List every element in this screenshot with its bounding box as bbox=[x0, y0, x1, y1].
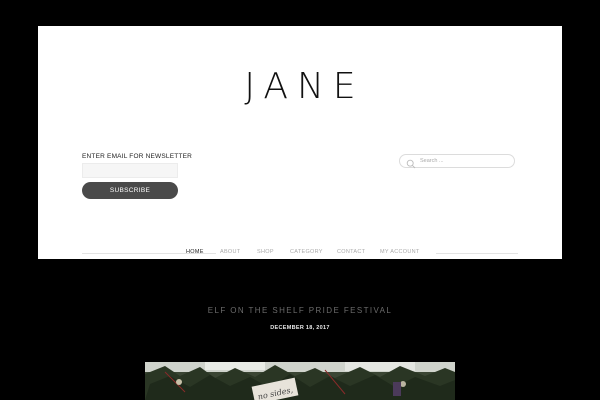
nav-item-home[interactable]: HOME bbox=[186, 249, 204, 255]
post-date: DECEMBER 18, 2017 bbox=[270, 325, 330, 331]
nav-item-shop[interactable]: SHOP bbox=[257, 249, 274, 255]
newsletter-label: ENTER EMAIL FOR NEWSLETTER bbox=[82, 153, 193, 160]
newsletter-email-input[interactable] bbox=[82, 163, 178, 178]
site-header: JANE ENTER EMAIL FOR NEWSLETTER SUBSCRIB… bbox=[38, 26, 562, 259]
page: JANE ENTER EMAIL FOR NEWSLETTER SUBSCRIB… bbox=[0, 0, 600, 400]
subscribe-button[interactable]: SUBSCRIBE bbox=[82, 182, 178, 199]
newsletter-form: ENTER EMAIL FOR NEWSLETTER SUBSCRIBE bbox=[82, 153, 193, 199]
nav-item-category[interactable]: CATEGORY bbox=[290, 249, 323, 255]
nav-divider-right bbox=[436, 253, 518, 254]
search-box[interactable] bbox=[399, 154, 515, 169]
main-nav: HOME ABOUT SHOP CATEGORY CONTACT MY ACCO… bbox=[38, 247, 562, 259]
site-title[interactable]: JANE bbox=[38, 66, 562, 107]
nav-item-contact[interactable]: CONTACT bbox=[337, 249, 365, 255]
nav-item-my-account[interactable]: MY ACCOUNT bbox=[380, 249, 420, 255]
post-featured-image[interactable]: no sides, bbox=[145, 362, 455, 400]
nav-item-about[interactable]: ABOUT bbox=[220, 249, 240, 255]
christmas-tree-photo: no sides, bbox=[145, 362, 455, 400]
post-title[interactable]: ELF ON THE SHELF PRIDE FESTIVAL bbox=[38, 306, 562, 315]
main-content: ELF ON THE SHELF PRIDE FESTIVAL DECEMBER… bbox=[38, 259, 562, 400]
search-input[interactable] bbox=[420, 158, 510, 164]
search-icon[interactable] bbox=[406, 156, 416, 169]
